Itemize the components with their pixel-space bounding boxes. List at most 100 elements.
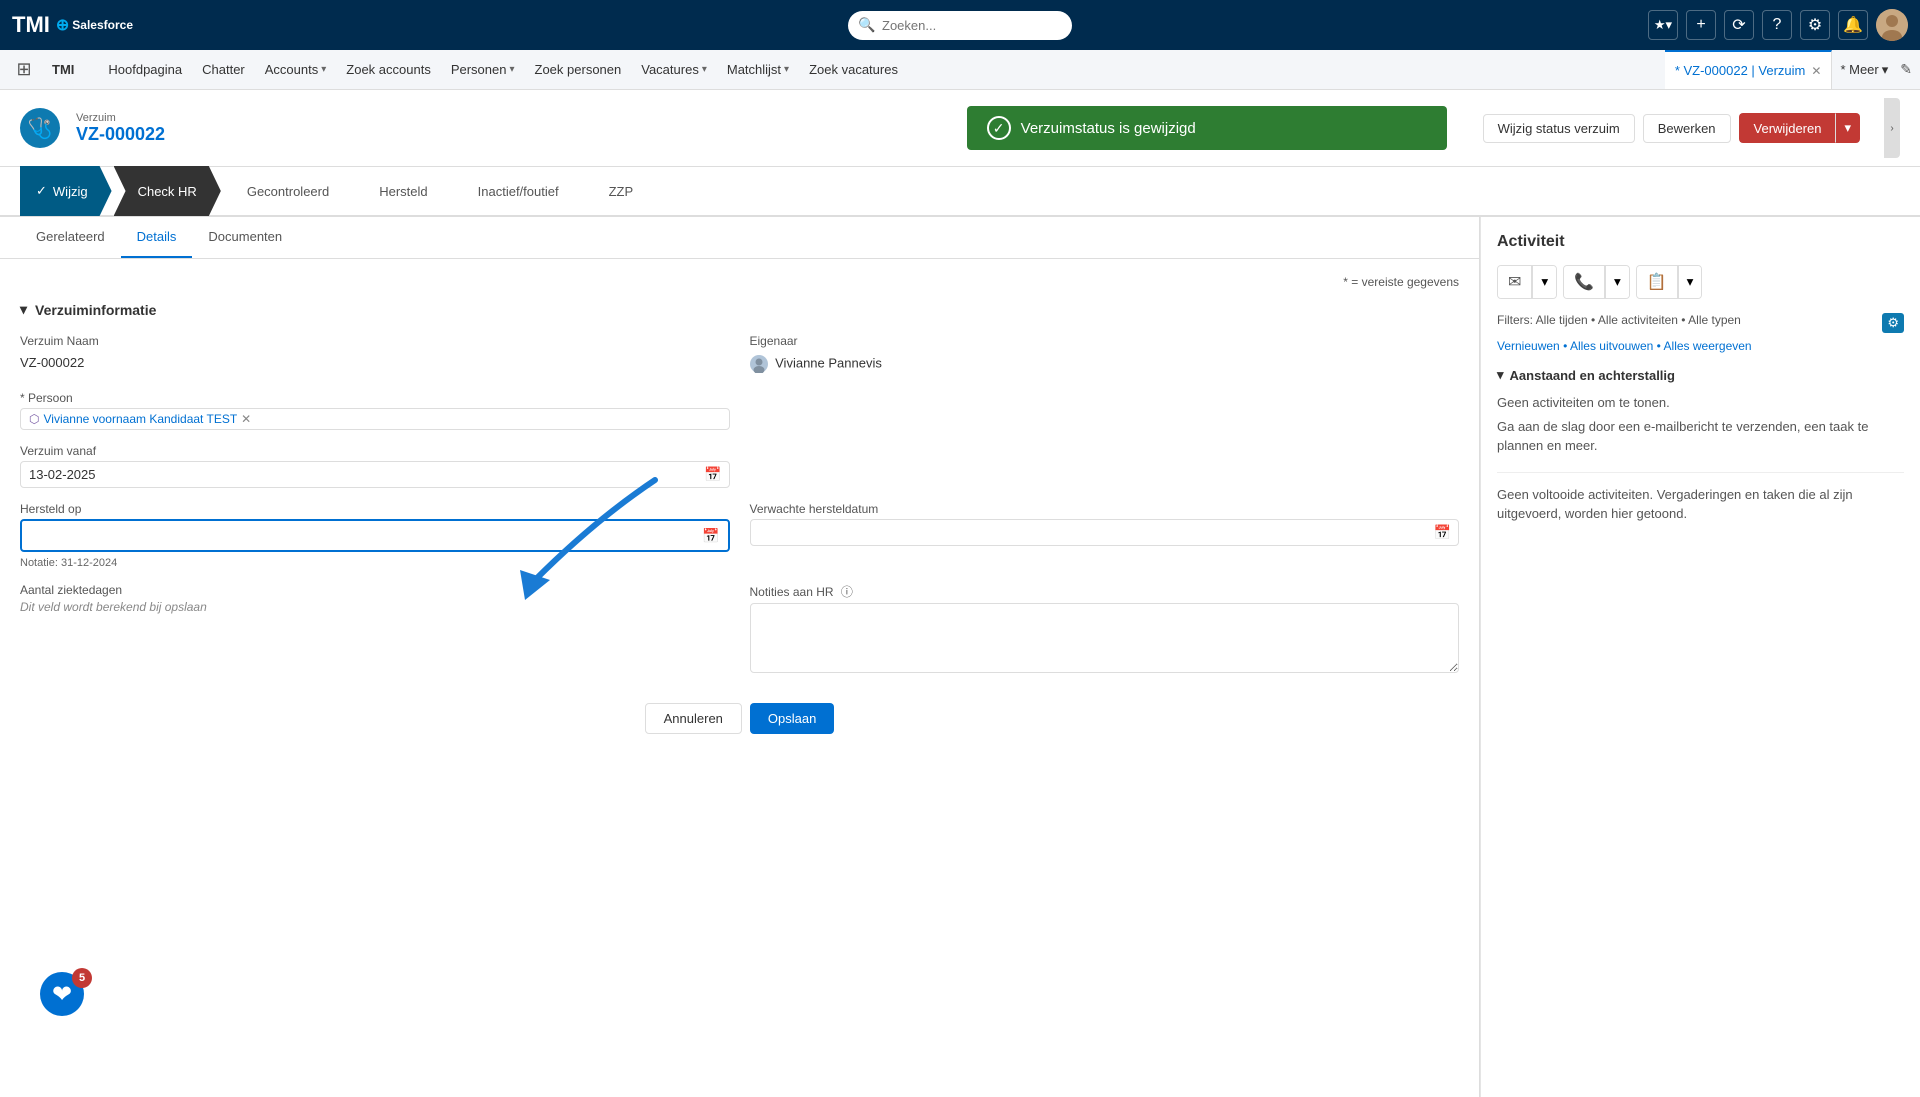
top-nav-actions: ★▾ + ⟳ ? ⚙ 🔔 — [1648, 9, 1908, 41]
floating-badge-area: ❤ 5 — [40, 972, 88, 1020]
alles-weergeven-link[interactable]: Alles weergeven — [1664, 339, 1752, 353]
app-name: TMI — [44, 62, 82, 77]
verwachte-hersteldatum-field: Verwachte hersteldatum 📅 — [750, 502, 1460, 569]
email-btn-group: ✉ ▾ — [1497, 265, 1557, 299]
task-btn-group: 📋 ▾ — [1636, 265, 1703, 299]
verwachte-hersteldatum-calendar-icon[interactable]: 📅 — [1434, 524, 1451, 541]
accounts-chevron-icon: ▾ — [321, 64, 326, 75]
personen-chevron-icon: ▾ — [509, 64, 514, 75]
hersteld-op-calendar-icon[interactable]: 📅 — [702, 527, 719, 544]
stage-check-hr[interactable]: Check HR — [114, 166, 221, 216]
tab-vz-000022[interactable]: * VZ-000022 | Verzuim ✕ — [1665, 50, 1833, 90]
nav-vacatures[interactable]: Vacatures▾ — [631, 50, 717, 90]
nav-zoek-personen[interactable]: Zoek personen — [525, 50, 632, 90]
record-icon: 🩺 — [20, 108, 60, 148]
aantal-ziektedagen-field: Aantal ziektedagen Dit veld wordt bereke… — [20, 583, 730, 673]
nav-accounts[interactable]: Accounts▾ — [255, 50, 337, 90]
add-icon[interactable]: + — [1686, 10, 1716, 40]
record-type: Verzuim — [76, 112, 931, 124]
verzuiminformatie-section[interactable]: ▾ Verzuiminformatie — [20, 301, 1459, 318]
floating-badge[interactable]: ❤ 5 — [40, 972, 88, 1020]
notities-aan-hr-input[interactable] — [750, 603, 1460, 673]
activity-filters: ⚙ Filters: Alle tijden • Alle activiteit… — [1497, 313, 1904, 327]
tab-gerelateerd[interactable]: Gerelateerd — [20, 217, 121, 258]
bell-icon[interactable]: 🔔 — [1838, 10, 1868, 40]
grid-icon[interactable]: ⊞ — [8, 54, 40, 86]
nav-zoek-vacatures[interactable]: Zoek vacatures — [799, 50, 908, 90]
call-dropdown-button[interactable]: ▾ — [1605, 266, 1629, 298]
aantal-ziektedagen-value: Dit veld wordt berekend bij opslaan — [20, 600, 730, 614]
verzuim-vanaf-calendar-icon[interactable]: 📅 — [704, 466, 721, 483]
stage-hersteld[interactable]: Hersteld — [355, 166, 451, 216]
stage-inactief[interactable]: Inactief/foutief — [454, 166, 583, 216]
nav-hoofdpagina[interactable]: Hoofdpagina — [98, 50, 192, 90]
search-input[interactable] — [848, 11, 1072, 40]
call-icon: 📞 — [1574, 272, 1594, 292]
wijzig-status-button[interactable]: Wijzig status verzuim — [1483, 114, 1635, 143]
aanstaand-chevron-icon: ▾ — [1497, 367, 1504, 383]
persoon-remove-icon[interactable]: ✕ — [241, 412, 251, 426]
tab-close-vz[interactable]: ✕ — [1811, 64, 1821, 78]
form-area: * = vereiste gegevens ▾ Verzuiminformati… — [0, 259, 1479, 766]
stage-wijzig[interactable]: ✓ Wijzig — [20, 166, 112, 216]
setup-icon[interactable]: ⟳ — [1724, 10, 1754, 40]
section-chevron-icon: ▾ — [20, 301, 27, 318]
person-icon: ⬡ — [29, 412, 39, 426]
hersteld-op-input[interactable] — [26, 523, 694, 548]
email-button[interactable]: ✉ — [1498, 266, 1531, 298]
avatar[interactable] — [1876, 9, 1908, 41]
edit-tabs-icon[interactable]: ✎ — [1900, 61, 1912, 78]
persoon-field: * Persoon ⬡ Vivianne voornaam Kandidaat … — [20, 391, 730, 430]
hersteld-op-input-wrap: 📅 — [20, 519, 730, 552]
tab-details[interactable]: Details — [121, 217, 193, 258]
tab-documenten[interactable]: Documenten — [192, 217, 298, 258]
form-buttons: Annuleren Opslaan — [20, 687, 1459, 750]
form-row-1: Verzuim Naam VZ-000022 Eigenaar Vivianne… — [20, 334, 1459, 377]
call-button[interactable]: 📞 — [1564, 266, 1604, 298]
global-search[interactable]: 🔍 — [848, 11, 1072, 40]
alles-uitvouwen-link[interactable]: Alles uitvouwen — [1570, 339, 1653, 353]
stage-zzp[interactable]: ZZP — [585, 166, 658, 216]
task-dropdown-button[interactable]: ▾ — [1678, 266, 1702, 298]
notities-aan-hr-label: Notities aan HR ⓘ — [750, 583, 1460, 600]
persoon-lookup-tag[interactable]: ⬡ Vivianne voornaam Kandidaat TEST ✕ — [20, 408, 730, 430]
task-button[interactable]: 📋 — [1637, 266, 1677, 298]
left-panel: Gerelateerd Details Documenten * = verei… — [0, 217, 1480, 1097]
verzuim-naam-value: VZ-000022 — [20, 351, 730, 374]
activity-panel: Activiteit ✉ ▾ 📞 ▾ 📋 — [1480, 217, 1920, 1097]
verzuim-vanaf-field: Verzuim vanaf 📅 — [20, 444, 730, 488]
aanstaand-section-title[interactable]: ▾ Aanstaand en achterstallig — [1497, 367, 1904, 383]
verwijderen-dropdown-button[interactable]: ▾ — [1835, 113, 1860, 143]
favorites-icon[interactable]: ★▾ — [1648, 10, 1678, 40]
badge-count: 5 — [72, 968, 92, 988]
nav-personen[interactable]: Personen▾ — [441, 50, 525, 90]
gear-icon[interactable]: ⚙ — [1800, 10, 1830, 40]
empty-field-right — [750, 391, 1460, 430]
annuleren-button[interactable]: Annuleren — [645, 703, 742, 734]
help-icon[interactable]: ? — [1762, 10, 1792, 40]
hersteld-op-field: Hersteld op 📅 Notatie: 31-12-2024 — [20, 502, 730, 569]
verzuim-vanaf-input[interactable] — [20, 461, 730, 488]
nav-zoek-accounts[interactable]: Zoek accounts — [336, 50, 441, 90]
sidebar-toggle[interactable]: › — [1884, 98, 1900, 158]
call-btn-group: 📞 ▾ — [1563, 265, 1630, 299]
empty-field-right-2 — [750, 444, 1460, 488]
tab-more[interactable]: * Meer ▾ — [1832, 62, 1896, 78]
verwachte-hersteldatum-input-wrap: 📅 — [750, 519, 1460, 546]
record-name[interactable]: VZ-000022 — [76, 124, 931, 145]
nav-matchlijst[interactable]: Matchlijst▾ — [717, 50, 799, 90]
more-chevron-icon: ▾ — [1882, 62, 1889, 78]
opslaan-button[interactable]: Opslaan — [750, 703, 834, 734]
gear-settings-icon[interactable]: ⚙ — [1882, 313, 1904, 333]
stage-gecontroleerd[interactable]: Gecontroleerd — [223, 166, 353, 216]
activity-divider — [1497, 472, 1904, 473]
verwachte-hersteldatum-input[interactable] — [750, 519, 1460, 546]
task-icon: 📋 — [1647, 272, 1667, 292]
bewerken-button[interactable]: Bewerken — [1643, 114, 1731, 143]
notities-info-icon: ⓘ — [841, 585, 853, 599]
logo-tmi: TMI — [12, 12, 50, 38]
vernieuwen-link[interactable]: Vernieuwen — [1497, 339, 1560, 353]
verwijderen-button[interactable]: Verwijderen — [1739, 113, 1836, 143]
nav-chatter[interactable]: Chatter — [192, 50, 255, 90]
email-dropdown-button[interactable]: ▾ — [1532, 266, 1556, 298]
